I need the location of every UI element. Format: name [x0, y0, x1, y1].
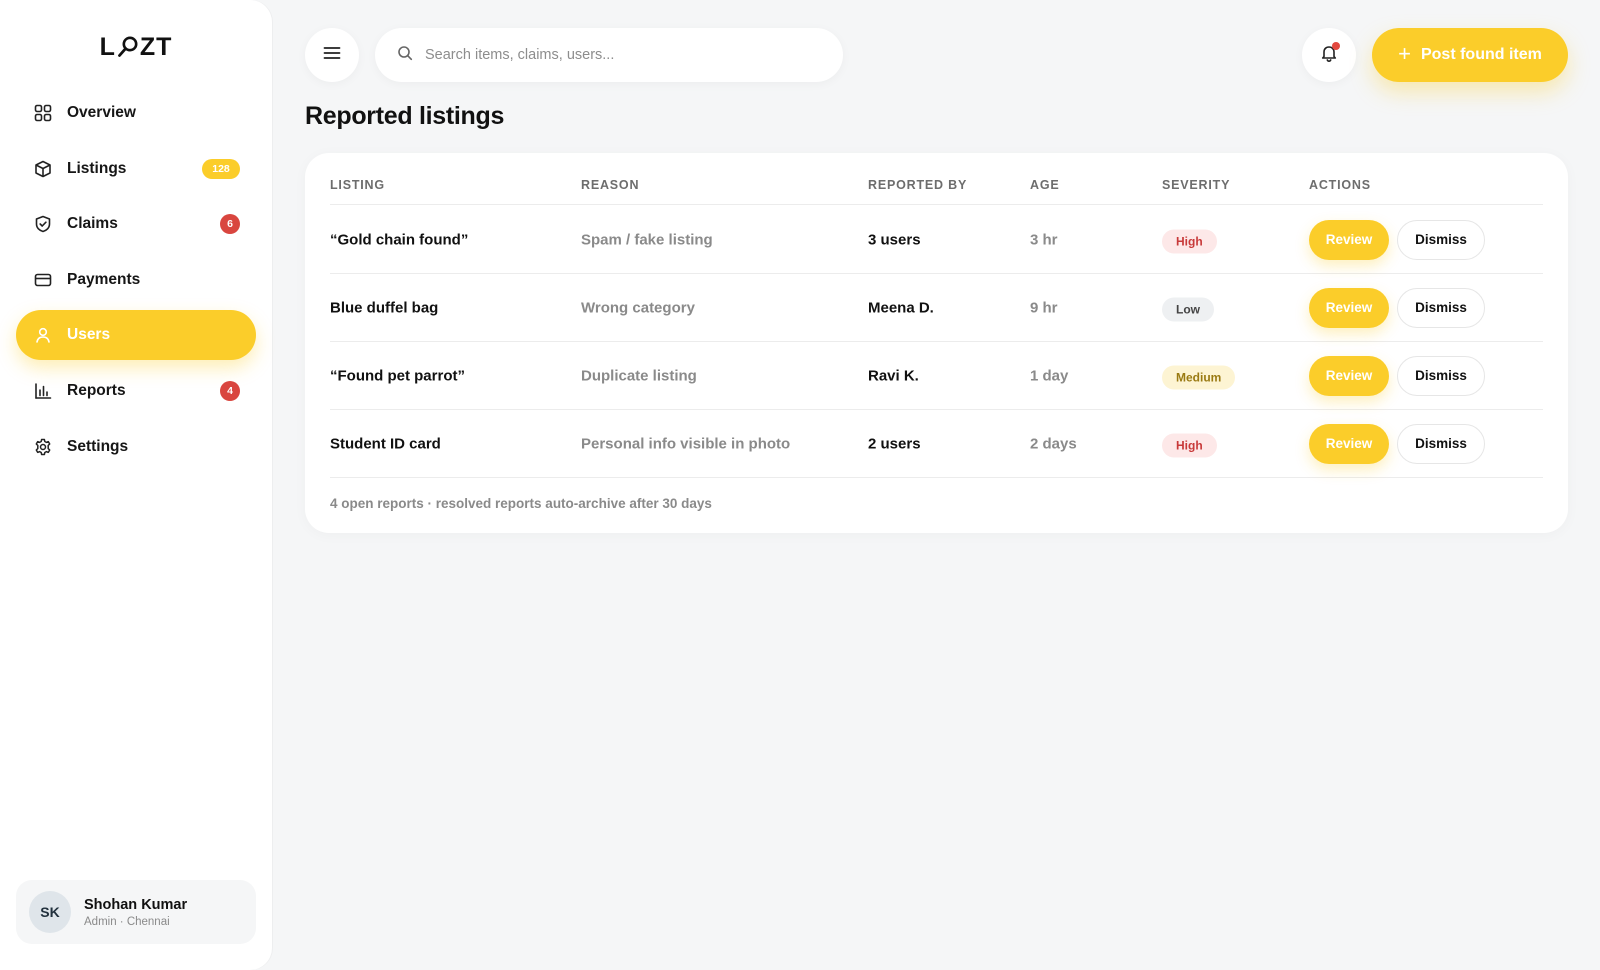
severity-badge: Medium [1162, 365, 1236, 389]
sidebar-item-label: Users [67, 326, 111, 344]
grid-icon [33, 104, 52, 123]
review-button[interactable]: Review [1309, 423, 1389, 464]
sidebar-item-users[interactable]: Users [16, 310, 256, 361]
column-header-reported-by: REPORTED BY [868, 178, 968, 192]
reported-by: Ravi K. [868, 367, 919, 384]
report-age: 1 day [1030, 367, 1069, 384]
table-header: LISTING REASON REPORTED BY AGE SEVERITY … [330, 153, 1543, 205]
severity-badge: Low [1162, 297, 1214, 321]
sidebar-item-listings[interactable]: Listings 128 [16, 144, 256, 194]
sidebar-item-label: Settings [67, 437, 129, 455]
post-found-item-label: Post found item [1420, 46, 1542, 63]
search-bar[interactable] [375, 28, 843, 82]
search-input[interactable] [425, 47, 805, 63]
post-found-item-button[interactable]: + Post found item [1372, 28, 1568, 82]
report-age: 9 hr [1030, 299, 1058, 316]
reported-by: 2 users [868, 435, 921, 452]
notification-dot [1332, 42, 1340, 50]
logo-text-left: L [99, 32, 116, 61]
sidebar: L ZT Overview Listings 128 Claims 6 Paym… [0, 0, 272, 970]
severity-badge: High [1162, 229, 1217, 253]
gear-icon [33, 437, 52, 456]
listings-count-badge: 128 [202, 158, 240, 179]
review-button[interactable]: Review [1309, 355, 1389, 396]
report-reason: Personal info visible in photo [581, 435, 791, 452]
magnifier-logo-icon [117, 35, 139, 59]
column-header-listing: LISTING [330, 178, 385, 192]
menu-button[interactable] [305, 28, 359, 82]
report-age: 3 hr [1030, 231, 1058, 248]
dismiss-button[interactable]: Dismiss [1397, 355, 1485, 396]
listing-title: “Gold chain found” [330, 231, 469, 248]
plus-icon: + [1398, 41, 1411, 66]
sidebar-item-label: Listings [67, 159, 127, 177]
table-footnote: 4 open reports · resolved reports auto-a… [330, 496, 712, 511]
reported-by: Meena D. [868, 299, 934, 316]
report-age: 2 days [1030, 435, 1077, 452]
user-role-location: Admin · Chennai [84, 915, 170, 928]
sidebar-item-label: Reports [67, 381, 126, 399]
table-row: Student ID card Personal info visible in… [330, 410, 1543, 478]
column-header-reason: REASON [581, 178, 640, 192]
user-icon [33, 326, 52, 345]
box-icon [33, 159, 52, 178]
claims-count-badge: 6 [220, 214, 240, 235]
sidebar-item-label: Claims [67, 215, 118, 233]
dismiss-button[interactable]: Dismiss [1397, 287, 1485, 328]
listing-title: “Found pet parrot” [330, 367, 465, 384]
logo-text-right: ZT [139, 32, 173, 61]
sidebar-item-overview[interactable]: Overview [16, 88, 256, 138]
column-header-severity: SEVERITY [1162, 178, 1231, 192]
table-row: “Gold chain found” Spam / fake listing 3… [330, 206, 1543, 274]
listing-title: Student ID card [330, 435, 441, 452]
reports-count-badge: 4 [220, 380, 240, 401]
sidebar-item-label: Payments [67, 270, 141, 288]
sidebar-item-reports[interactable]: Reports 4 [16, 366, 256, 416]
bar-chart-icon [33, 381, 52, 400]
dismiss-button[interactable]: Dismiss [1397, 423, 1485, 464]
dismiss-button[interactable]: Dismiss [1397, 219, 1485, 260]
report-reason: Duplicate listing [581, 367, 697, 384]
hamburger-icon [323, 46, 341, 65]
reports-table-card: LISTING REASON REPORTED BY AGE SEVERITY … [305, 153, 1568, 533]
sidebar-item-label: Overview [67, 104, 136, 121]
report-reason: Spam / fake listing [581, 231, 713, 248]
table-row: Blue duffel bag Wrong category Meena D. … [330, 274, 1543, 342]
reported-by: 3 users [868, 231, 921, 248]
review-button[interactable]: Review [1309, 219, 1389, 260]
report-reason: Wrong category [581, 299, 695, 316]
sidebar-nav: Overview Listings 128 Claims 6 Payments [16, 88, 256, 477]
severity-badge: High [1162, 433, 1217, 457]
shield-check-icon [33, 215, 52, 234]
listing-title: Blue duffel bag [330, 299, 439, 316]
user-profile-card[interactable]: SK Shohan Kumar Admin · Chennai [16, 880, 256, 944]
sidebar-item-payments[interactable]: Payments [16, 255, 256, 305]
page-title: Reported listings [305, 102, 505, 130]
user-name: Shohan Kumar [84, 896, 188, 913]
app-logo[interactable]: L ZT [0, 30, 272, 64]
table-row: “Found pet parrot” Duplicate listing Rav… [330, 342, 1543, 410]
avatar: SK [29, 891, 71, 933]
column-header-age: AGE [1030, 178, 1060, 192]
search-icon [397, 45, 413, 66]
credit-card-icon [33, 270, 52, 289]
review-button[interactable]: Review [1309, 287, 1389, 328]
column-header-actions: ACTIONS [1309, 178, 1371, 192]
sidebar-item-claims[interactable]: Claims 6 [16, 199, 256, 249]
sidebar-item-settings[interactable]: Settings [16, 422, 256, 472]
notifications-button[interactable] [1302, 28, 1356, 82]
